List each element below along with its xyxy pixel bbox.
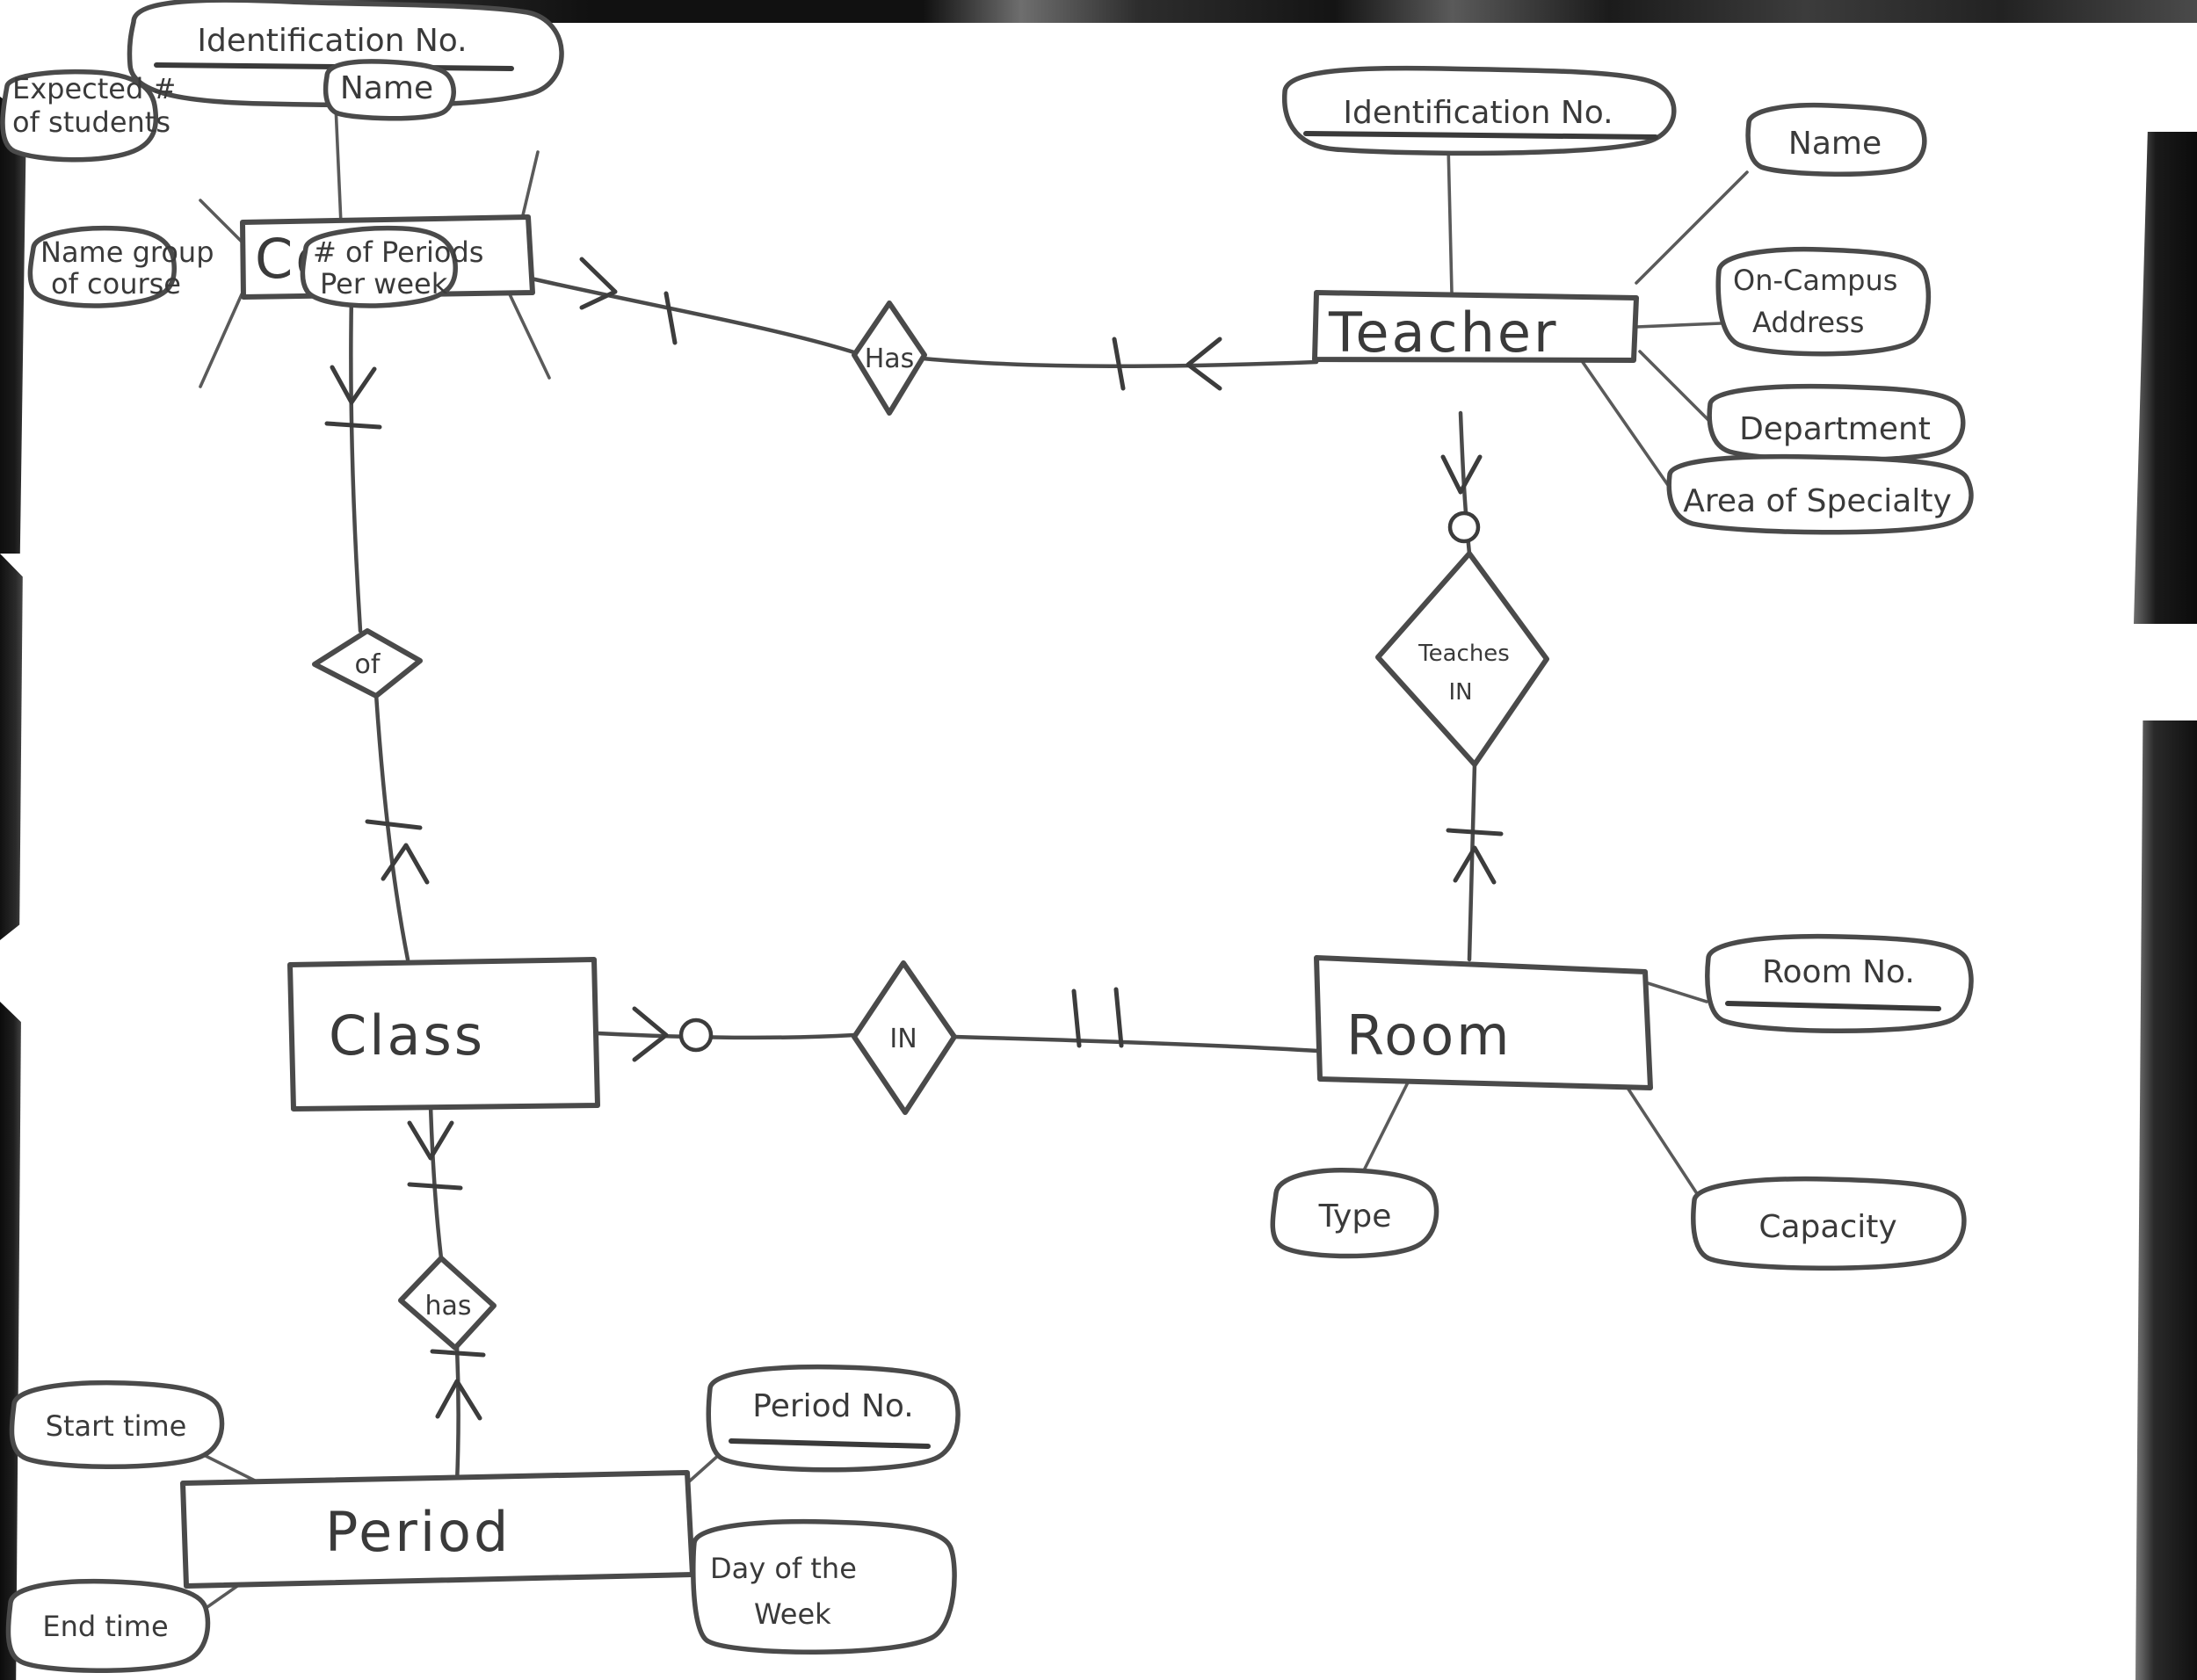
- attribute-room-capacity[interactable]: Capacity: [1691, 1176, 1967, 1271]
- attribute-teacher-name-label: Name: [1788, 126, 1882, 162]
- attribute-room-no-label: Room No.: [1762, 954, 1915, 990]
- link-teacher-id: [1447, 143, 1454, 294]
- attribute-course-expected-students-line2: of students: [12, 105, 170, 139]
- attribute-teacher-address-line1: On-Campus: [1733, 264, 1897, 297]
- attribute-course-name[interactable]: Name: [323, 59, 456, 121]
- relationship-has2-label: has: [424, 1291, 471, 1322]
- attribute-teacher-department-label: Department: [1739, 411, 1931, 447]
- relationship-class-has-period[interactable]: has: [398, 1256, 497, 1351]
- entity-room-label: Room: [1346, 1003, 1512, 1068]
- er-diagram-canvas: Course Teacher Class Room Period Has of: [0, 0, 2197, 1680]
- key-underline-teacher-id: [1303, 131, 1658, 140]
- relationship-teachesin-label-line1: Teaches: [1418, 641, 1510, 667]
- relationship-has-label: Has: [865, 344, 915, 374]
- attribute-room-capacity-label: Capacity: [1758, 1209, 1896, 1245]
- link-course-name: [521, 150, 540, 217]
- attribute-course-name-group[interactable]: Name group of course: [27, 225, 214, 308]
- link-room-capacity: [1624, 1083, 1700, 1197]
- entity-room[interactable]: Room: [1314, 955, 1653, 1090]
- attribute-teacher-address[interactable]: On-Campus Address: [1715, 246, 1932, 357]
- attribute-teacher-identification-no[interactable]: Identification No.: [1281, 65, 1677, 156]
- entity-class[interactable]: Class: [287, 957, 600, 1112]
- attribute-teacher-identification-no-label: Identification No.: [1343, 95, 1613, 131]
- notation-teachesin-room-one-or-many: [1446, 828, 1504, 885]
- link-course-group: [199, 293, 243, 388]
- entity-teacher[interactable]: Teacher: [1312, 290, 1639, 365]
- attribute-course-identification-no-label: Identification No.: [197, 23, 467, 59]
- relationship-in-label: IN: [889, 1024, 917, 1054]
- attribute-course-name-group-line1: Name group: [40, 235, 214, 269]
- attribute-room-no[interactable]: Room No.: [1705, 933, 1974, 1034]
- entity-period[interactable]: Period: [180, 1470, 695, 1589]
- attribute-period-day-of-week[interactable]: Day of the Week: [691, 1518, 957, 1655]
- attribute-course-name-group-line2: of course: [51, 267, 181, 301]
- attribute-teacher-department[interactable]: Department: [1707, 383, 1966, 463]
- link-course-of: [349, 292, 363, 634]
- attribute-course-name-label: Name: [340, 70, 433, 106]
- relationship-teachesin-label-line2: IN: [1448, 679, 1472, 706]
- entity-class-label: Class: [329, 1003, 485, 1068]
- link-course-has: [525, 275, 859, 356]
- attribute-period-start-time-label: Start time: [46, 1409, 187, 1443]
- relationship-teacher-teaches-in-room[interactable]: Teaches IN: [1375, 551, 1549, 767]
- attribute-period-day-line2: Week: [754, 1597, 831, 1631]
- attribute-period-no[interactable]: Period No.: [706, 1364, 961, 1473]
- attribute-period-day-line1: Day of the: [710, 1552, 857, 1585]
- link-teachesin-room: [1467, 762, 1477, 962]
- link-teacher-specialty: [1577, 354, 1671, 489]
- relationship-class-of-course[interactable]: of: [312, 628, 423, 699]
- link-has-period: [454, 1343, 460, 1486]
- notation-of-class-one-or-many: [365, 819, 430, 885]
- attribute-teacher-specialty-label: Area of Specialty: [1683, 483, 1952, 519]
- attribute-teacher-name[interactable]: Name: [1745, 102, 1927, 177]
- attribute-course-periods-line1: # of Periods: [313, 235, 483, 269]
- link-teacher-dept: [1638, 350, 1714, 425]
- entity-period-label: Period: [325, 1500, 511, 1564]
- link-room-no: [1643, 981, 1708, 1003]
- attribute-teacher-specialty[interactable]: Area of Specialty: [1666, 453, 1974, 535]
- attribute-course-periods-line2: Per week: [320, 267, 448, 301]
- attribute-period-no-label: Period No.: [752, 1388, 913, 1424]
- link-course-id: [334, 104, 343, 226]
- attribute-course-expected-students-line1: Expected #: [12, 72, 176, 105]
- attribute-room-type-label: Type: [1318, 1198, 1392, 1235]
- attribute-teacher-address-line2: Address: [1752, 306, 1864, 339]
- attribute-period-end-time[interactable]: End time: [5, 1578, 211, 1673]
- attribute-period-end-time-label: End time: [42, 1610, 168, 1643]
- link-in-room: [952, 1034, 1321, 1054]
- attribute-course-expected-students[interactable]: Expected # of students: [0, 69, 176, 163]
- attribute-room-type[interactable]: Type: [1270, 1167, 1439, 1259]
- relationship-class-in-room[interactable]: IN: [852, 960, 957, 1115]
- link-teacher-address: [1635, 322, 1722, 329]
- attribute-period-start-time[interactable]: Start time: [9, 1379, 225, 1469]
- entity-teacher-label: Teacher: [1328, 301, 1559, 365]
- relationship-course-has-teacher[interactable]: Has: [852, 301, 927, 416]
- link-course-periods: [508, 293, 551, 380]
- relationship-of-label: of: [355, 649, 381, 680]
- link-class-in: [595, 1031, 857, 1040]
- notation-in-room-exactly-one: [1071, 987, 1124, 1048]
- link-class-has: [428, 1103, 444, 1261]
